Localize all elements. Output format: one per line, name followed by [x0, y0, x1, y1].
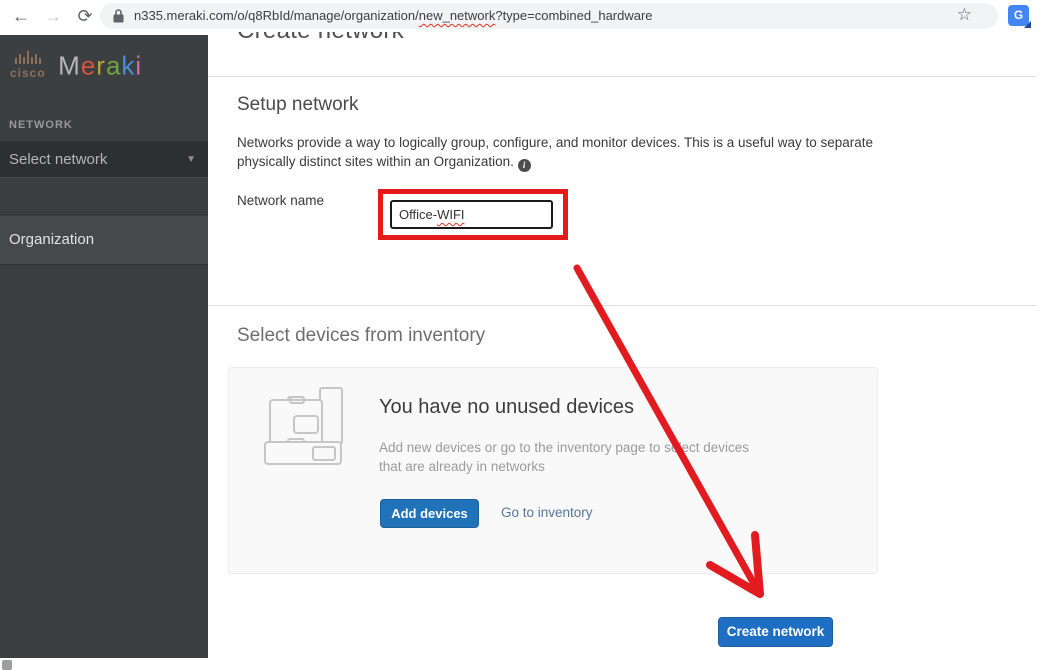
empty-state-title: You have no unused devices [379, 396, 634, 419]
go-to-inventory-link[interactable]: Go to inventory [501, 505, 593, 520]
forward-icon[interactable]: → [40, 3, 66, 29]
divider [208, 76, 1037, 77]
select-devices-heading: Select devices from inventory [237, 325, 485, 347]
add-devices-button[interactable]: Add devices [380, 499, 479, 528]
devices-illustration-icon [261, 384, 351, 466]
chevron-down-icon: ▼ [186, 154, 196, 165]
cisco-logo-icon: cisco [10, 50, 46, 82]
setup-network-heading: Setup network [237, 94, 358, 116]
back-icon[interactable]: ← [8, 3, 34, 29]
lock-icon [113, 9, 124, 23]
bookmark-star-icon[interactable]: ☆ [957, 5, 972, 25]
empty-inventory-panel: You have no unused devices Add new devic… [228, 367, 878, 574]
translate-extension-icon[interactable]: G [1008, 5, 1029, 26]
network-name-label: Network name [237, 193, 324, 208]
misspelled-text: WIFI [437, 207, 464, 222]
page-title: Create network [237, 30, 404, 45]
sidebar-spacer [0, 179, 208, 215]
browser-toolbar: ← → ⟳ n335.meraki.com/o/q8RbId/manage/or… [0, 0, 1046, 32]
info-icon[interactable]: i [518, 159, 531, 172]
divider [208, 305, 1037, 306]
create-network-button[interactable]: Create network [718, 617, 833, 647]
url-bar[interactable]: n335.meraki.com/o/q8RbId/manage/organiza… [100, 3, 998, 29]
empty-state-description: Add new devices or go to the inventory p… [379, 438, 749, 476]
network-name-input[interactable]: Office-WIFI [390, 200, 553, 229]
partial-icon [2, 660, 12, 670]
select-network-dropdown[interactable]: Select network ▼ [0, 141, 208, 178]
cisco-meraki-logo: cisco Meraki [10, 50, 142, 82]
sidebar: cisco Meraki NETWORK Select network ▼ Or… [0, 35, 208, 658]
meraki-wordmark: Meraki [58, 51, 142, 81]
select-network-label: Select network [9, 151, 107, 168]
sidebar-item-organization[interactable]: Organization [0, 216, 208, 265]
network-section-label: NETWORK [9, 119, 73, 131]
organization-label: Organization [9, 231, 94, 248]
url-misspelled-segment: new_network [419, 8, 496, 23]
setup-description: Networks provide a way to logically grou… [237, 133, 873, 172]
reload-icon[interactable]: ⟳ [72, 3, 98, 29]
url-text: n335.meraki.com/o/q8RbId/manage/organiza… [134, 8, 653, 23]
main-content: Create network Setup network Networks pr… [208, 30, 1046, 670]
